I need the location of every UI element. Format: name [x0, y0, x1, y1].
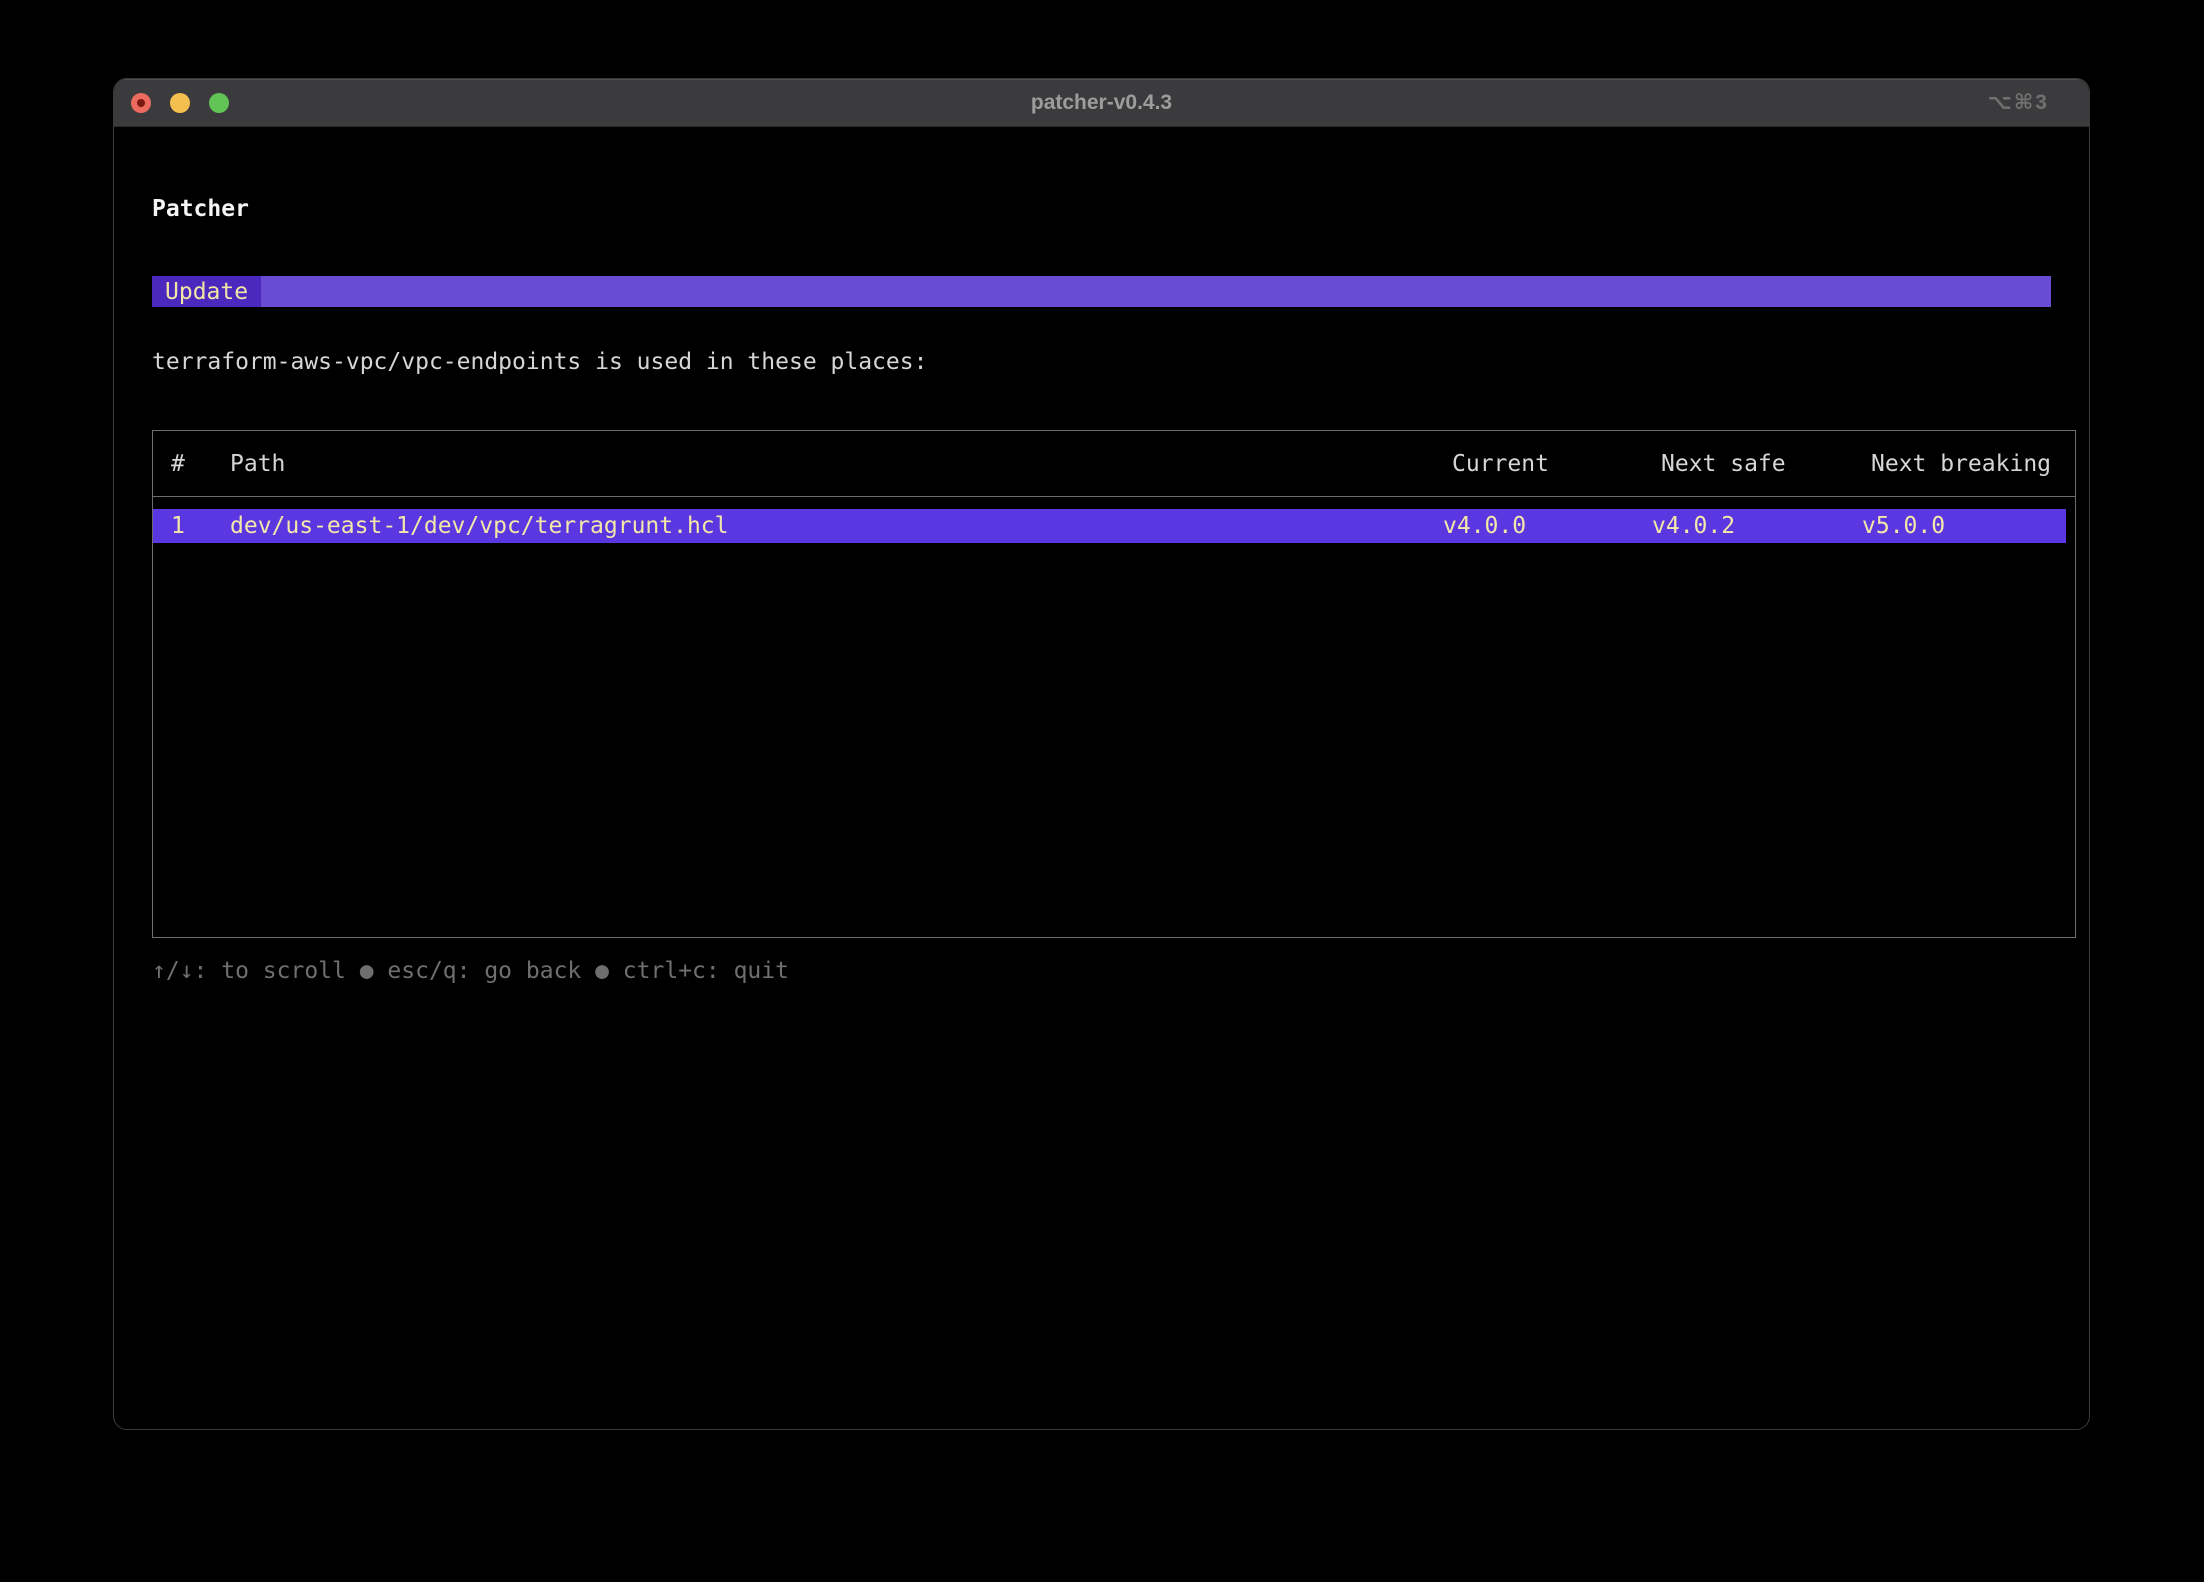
- window-titlebar[interactable]: patcher-v0.4.3 ⌥⌘3: [114, 79, 2089, 127]
- column-header-next-breaking: Next breaking: [1871, 451, 2075, 477]
- window-title: patcher-v0.4.3: [1031, 91, 1172, 115]
- cell-num: 1: [153, 513, 230, 539]
- help-footer: ↑/↓: to scroll ● esc/q: go back ● ctrl+c…: [152, 957, 2076, 985]
- column-header-next-safe: Next safe: [1661, 451, 1871, 477]
- app-window: patcher-v0.4.3 ⌥⌘3 Patcher Update terraf…: [113, 78, 2090, 1430]
- column-header-path: Path: [230, 451, 1452, 477]
- usage-description: terraform-aws-vpc/vpc-endpoints is used …: [152, 348, 2076, 376]
- close-button[interactable]: [131, 93, 151, 113]
- table-row[interactable]: 1 dev/us-east-1/dev/vpc/terragrunt.hcl v…: [153, 509, 2066, 543]
- cell-next-breaking: v5.0.0: [1862, 513, 2066, 539]
- terminal-content: Patcher Update terraform-aws-vpc/vpc-end…: [114, 195, 2089, 985]
- app-heading: Patcher: [152, 195, 2076, 223]
- traffic-lights: [131, 79, 229, 126]
- close-button-dot-icon: [137, 99, 145, 107]
- column-header-current: Current: [1452, 451, 1661, 477]
- minimize-button[interactable]: [170, 93, 190, 113]
- tab-bar: Update: [152, 276, 2051, 307]
- cell-next-safe: v4.0.2: [1652, 513, 1862, 539]
- tab-update[interactable]: Update: [152, 276, 261, 307]
- column-header-num: #: [153, 451, 230, 477]
- usage-table: # Path Current Next safe Next breaking 1…: [152, 430, 2076, 938]
- cell-current: v4.0.0: [1443, 513, 1652, 539]
- cell-path: dev/us-east-1/dev/vpc/terragrunt.hcl: [230, 513, 1443, 539]
- zoom-button[interactable]: [209, 93, 229, 113]
- table-header-row: # Path Current Next safe Next breaking: [153, 431, 2075, 497]
- window-shortcut-badge: ⌥⌘3: [1988, 79, 2049, 126]
